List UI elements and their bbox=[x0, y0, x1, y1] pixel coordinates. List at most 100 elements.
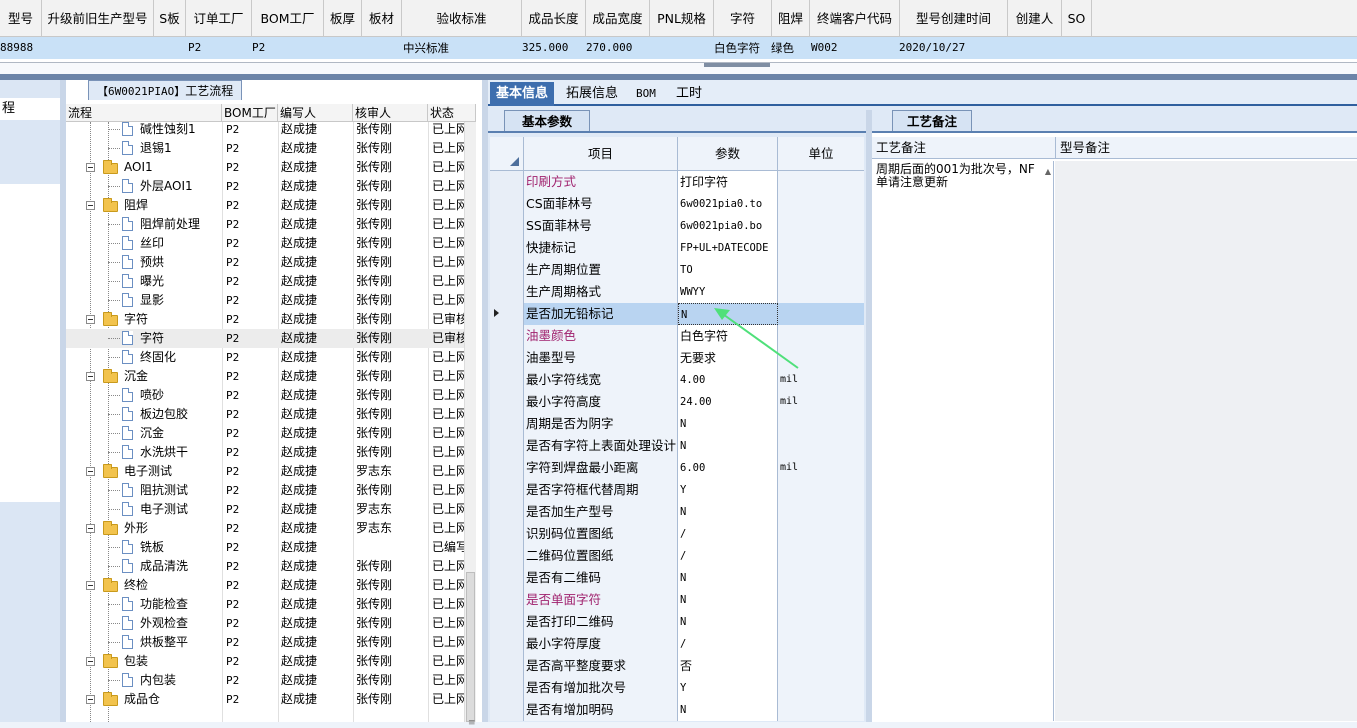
param-row[interactable]: 生产周期位置 TO bbox=[490, 259, 864, 281]
col-s-board[interactable]: S板 bbox=[154, 0, 186, 37]
col-reviewer[interactable]: 核审人 bbox=[353, 104, 428, 122]
col-param[interactable]: 参数 bbox=[678, 137, 778, 171]
row-indicator[interactable] bbox=[490, 545, 524, 567]
col-mask[interactable]: 阻焊 bbox=[772, 0, 810, 37]
param-value[interactable]: N bbox=[678, 567, 778, 589]
param-value[interactable]: 24.00 bbox=[678, 391, 778, 413]
param-row[interactable]: 是否字符框代替周期 Y bbox=[490, 479, 864, 501]
param-value[interactable]: / bbox=[678, 545, 778, 567]
param-row[interactable]: 印刷方式 打印字符 bbox=[490, 171, 864, 193]
tree-row[interactable]: 水洗烘干 P2 赵成捷 张传刚 已上网 bbox=[66, 443, 464, 462]
tree-row[interactable]: 成品仓 P2 赵成捷 张传刚 已上网 bbox=[66, 690, 464, 709]
tab-craft-notes[interactable]: 工艺备注 bbox=[892, 110, 972, 131]
tree-row[interactable]: 阻焊前处理 P2 赵成捷 张传刚 已上网 bbox=[66, 215, 464, 234]
model-note-field[interactable] bbox=[1055, 161, 1357, 721]
row-indicator[interactable] bbox=[490, 391, 524, 413]
collapse-icon[interactable] bbox=[86, 372, 95, 381]
craft-note-field[interactable]: 周期后面的001为批次号，NF单请注意更新 ▲ bbox=[874, 161, 1054, 721]
row-indicator[interactable] bbox=[490, 281, 524, 303]
tab-extended-info[interactable]: 拓展信息 bbox=[560, 82, 624, 106]
param-value[interactable]: 打印字符 bbox=[678, 171, 778, 193]
col-model-note[interactable]: 型号备注 bbox=[1056, 137, 1356, 159]
tree-row[interactable]: 阻焊 P2 赵成捷 张传刚 已上网 bbox=[66, 196, 464, 215]
tree-row[interactable]: 字符 P2 赵成捷 张传刚 已审核 bbox=[66, 329, 464, 348]
param-row[interactable]: 最小字符高度 24.00 mil bbox=[490, 391, 864, 413]
param-value[interactable]: Y bbox=[678, 677, 778, 699]
param-value[interactable]: TO bbox=[678, 259, 778, 281]
param-value[interactable]: N bbox=[678, 589, 778, 611]
tab-basic-params[interactable]: 基本参数 bbox=[504, 110, 590, 131]
tree-row[interactable]: 阻抗测试 P2 赵成捷 张传刚 已上网 bbox=[66, 481, 464, 500]
param-row[interactable]: 是否有增加批次号 Y bbox=[490, 677, 864, 699]
tree-row[interactable]: AOI1 P2 赵成捷 张传刚 已上网 bbox=[66, 158, 464, 177]
row-indicator[interactable] bbox=[490, 347, 524, 369]
param-value[interactable]: N bbox=[678, 611, 778, 633]
param-value[interactable]: N bbox=[678, 699, 778, 721]
row-indicator[interactable] bbox=[490, 589, 524, 611]
param-value[interactable]: / bbox=[678, 633, 778, 655]
col-creator[interactable]: 创建人 bbox=[1008, 0, 1062, 37]
row-indicator[interactable] bbox=[490, 193, 524, 215]
tab-basic-info[interactable]: 基本信息 bbox=[490, 82, 555, 106]
tab-work-hours[interactable]: 工时 bbox=[670, 82, 708, 106]
horizontal-splitter[interactable] bbox=[0, 62, 1357, 74]
row-indicator[interactable] bbox=[490, 677, 524, 699]
col-bom-factory[interactable]: BOM工厂 bbox=[222, 104, 278, 122]
param-value[interactable]: FP+UL+DATECODE bbox=[678, 237, 778, 259]
tree-row[interactable]: 显影 P2 赵成捷 张传刚 已上网 bbox=[66, 291, 464, 310]
param-row[interactable]: 是否有二维码 N bbox=[490, 567, 864, 589]
splitter-grip[interactable] bbox=[704, 63, 770, 67]
tree-row[interactable]: 沉金 P2 赵成捷 张传刚 已上网 bbox=[66, 367, 464, 386]
col-width[interactable]: 成品宽度 bbox=[586, 0, 650, 37]
param-row[interactable]: 识别码位置图纸 / bbox=[490, 523, 864, 545]
param-row[interactable]: 快捷标记 FP+UL+DATECODE bbox=[490, 237, 864, 259]
row-indicator[interactable] bbox=[490, 215, 524, 237]
param-row[interactable]: 字符到焊盘最小距离 6.00 mil bbox=[490, 457, 864, 479]
scroll-up-icon[interactable]: ▲ bbox=[1045, 165, 1051, 178]
col-pnl[interactable]: PNL规格 bbox=[650, 0, 714, 37]
tree-row[interactable]: 沉金 P2 赵成捷 张传刚 已上网 bbox=[66, 424, 464, 443]
col-unit[interactable]: 单位 bbox=[778, 137, 864, 171]
tree-row[interactable]: 外层AOI1 P2 赵成捷 张传刚 已上网 bbox=[66, 177, 464, 196]
col-customer[interactable]: 终端客户代码 bbox=[810, 0, 900, 37]
row-indicator[interactable] bbox=[490, 523, 524, 545]
table-row[interactable]: 88988 P2 P2 中兴标准 325.000 270.000 白色字符 绿色… bbox=[0, 37, 1357, 59]
row-indicator[interactable] bbox=[490, 457, 524, 479]
tree-row[interactable]: 内包装 P2 赵成捷 张传刚 已上网 bbox=[66, 671, 464, 690]
collapse-icon[interactable] bbox=[86, 695, 95, 704]
param-row[interactable]: 最小字符线宽 4.00 mil bbox=[490, 369, 864, 391]
tab-bom[interactable]: BOM bbox=[630, 82, 662, 106]
row-indicator[interactable] bbox=[490, 303, 524, 325]
col-craft-note[interactable]: 工艺备注 bbox=[872, 137, 1056, 159]
col-bom-factory[interactable]: BOM工厂 bbox=[252, 0, 324, 37]
tree-row[interactable]: 喷砂 P2 赵成捷 张传刚 已上网 bbox=[66, 386, 464, 405]
row-indicator[interactable] bbox=[490, 479, 524, 501]
row-indicator[interactable] bbox=[490, 237, 524, 259]
row-indicator[interactable] bbox=[490, 611, 524, 633]
collapse-icon[interactable] bbox=[86, 315, 95, 324]
param-row[interactable]: 周期是否为阴字 N bbox=[490, 413, 864, 435]
param-row[interactable]: 最小字符厚度 / bbox=[490, 633, 864, 655]
param-row[interactable]: SS面菲林号 6w0021pia0.bo bbox=[490, 215, 864, 237]
param-value[interactable]: 6w0021pia0.to bbox=[678, 193, 778, 215]
collapse-icon[interactable] bbox=[86, 163, 95, 172]
collapse-icon[interactable] bbox=[86, 201, 95, 210]
param-row[interactable]: 是否高平整度要求否 bbox=[490, 655, 864, 677]
param-row[interactable]: 二维码位置图纸 / bbox=[490, 545, 864, 567]
col-old-model[interactable]: 升级前旧生产型号 bbox=[42, 0, 154, 37]
tree-row[interactable]: 板边包胶 P2 赵成捷 张传刚 已上网 bbox=[66, 405, 464, 424]
row-indicator[interactable] bbox=[490, 633, 524, 655]
row-indicator[interactable] bbox=[490, 655, 524, 677]
param-row[interactable]: 是否有增加明码 N bbox=[490, 699, 864, 721]
tree-row[interactable]: 外形 P2 赵成捷 罗志东 已上网 bbox=[66, 519, 464, 538]
col-model[interactable]: 型号 bbox=[0, 0, 42, 37]
tree-row[interactable]: 铣板 P2 赵成捷 已编写 bbox=[66, 538, 464, 557]
tree-row[interactable]: 成品清洗 P2 赵成捷 张传刚 已上网 bbox=[66, 557, 464, 576]
collapse-icon[interactable] bbox=[86, 467, 95, 476]
param-row[interactable]: 生产周期格式 WWYY bbox=[490, 281, 864, 303]
col-item[interactable]: 项目 bbox=[524, 137, 678, 171]
param-value[interactable]: Y bbox=[678, 479, 778, 501]
param-row[interactable]: 是否加生产型号 N bbox=[490, 501, 864, 523]
row-indicator[interactable] bbox=[490, 699, 524, 721]
tree-row[interactable]: 电子测试 P2 赵成捷 罗志东 已上网 bbox=[66, 462, 464, 481]
